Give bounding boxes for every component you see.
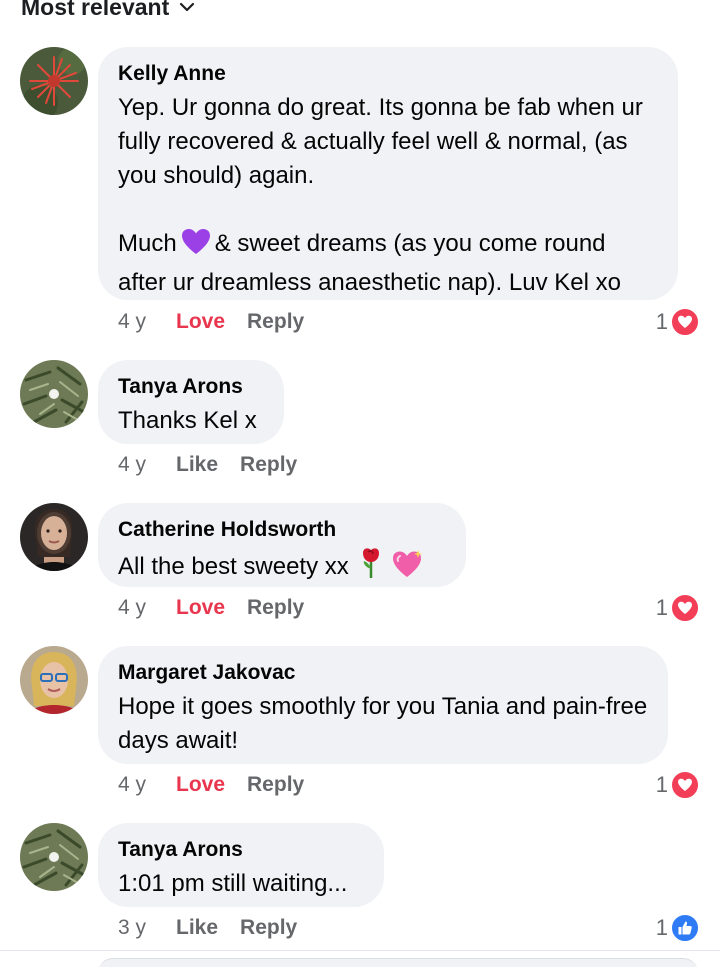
avatar[interactable] — [20, 503, 88, 571]
reaction-count: 1 — [655, 915, 668, 940]
comment-actions: 4 y Love Reply — [118, 770, 304, 800]
sort-dropdown[interactable]: Most relevant — [21, 0, 195, 22]
like-button[interactable]: Like — [176, 916, 218, 940]
heart-reaction-icon — [670, 770, 700, 800]
comment-bubble: Tanya Arons Thanks Kel x — [98, 360, 284, 444]
reaction-summary[interactable]: 1 — [656, 770, 700, 800]
comment-actions: 3 y Like Reply — [118, 913, 297, 943]
comment-bubble: Tanya Arons 1:01 pm still waiting... — [98, 823, 384, 907]
comment-bubble: Catherine Holdsworth All the best sweety… — [98, 503, 466, 587]
reply-button[interactable]: Reply — [240, 453, 297, 477]
comment-text: Hope it goes smoothly for you Tania and … — [118, 693, 648, 754]
avatar[interactable] — [20, 646, 88, 714]
love-button[interactable]: Love — [176, 596, 225, 620]
like-reaction-icon — [670, 913, 700, 943]
reply-button[interactable]: Reply — [247, 310, 304, 334]
reaction-summary[interactable]: 1 — [656, 593, 700, 623]
rose-emoji-icon — [359, 547, 383, 589]
like-button[interactable]: Like — [176, 453, 218, 477]
comment-text: All the best sweety xx — [118, 547, 446, 589]
comment-author[interactable]: Tanya Arons — [118, 837, 364, 863]
comment-bubble: Kelly Anne Yep. Ur gonna do great. Its g… — [98, 47, 678, 300]
comment-text: Yep. Ur gonna do great. Its gonna be fab… — [118, 94, 643, 296]
comment-author[interactable]: Tanya Arons — [118, 374, 264, 400]
heart-reaction-icon — [670, 307, 700, 337]
love-button[interactable]: Love — [176, 773, 225, 797]
comment-author[interactable]: Margaret Jakovac — [118, 660, 648, 686]
reaction-count: 1 — [655, 772, 668, 797]
comment-time[interactable]: 3 y — [118, 916, 154, 940]
avatar[interactable] — [20, 360, 88, 428]
avatar[interactable] — [20, 823, 88, 891]
comment-text: Thanks Kel x — [118, 407, 257, 434]
avatar[interactable] — [20, 47, 88, 115]
comment-actions: 4 y Love Reply — [118, 307, 304, 337]
comment-time[interactable]: 4 y — [118, 310, 154, 334]
next-comment-bubble — [98, 958, 698, 967]
reply-button[interactable]: Reply — [247, 596, 304, 620]
purple-heart-emoji-icon — [181, 228, 211, 266]
comment-time[interactable]: 4 y — [118, 453, 154, 477]
comment-text: 1:01 pm still waiting... — [118, 870, 348, 897]
divider — [0, 950, 720, 951]
reaction-count: 1 — [655, 309, 668, 334]
comment-bubble: Margaret Jakovac Hope it goes smoothly f… — [98, 646, 668, 764]
comment-time[interactable]: 4 y — [118, 596, 154, 620]
comment-actions: 4 y Like Reply — [118, 450, 297, 480]
comment-author[interactable]: Kelly Anne — [118, 61, 658, 87]
comment-time[interactable]: 4 y — [118, 773, 154, 797]
heart-reaction-icon — [670, 593, 700, 623]
reaction-count: 1 — [655, 595, 668, 620]
comment-actions: 4 y Love Reply — [118, 593, 304, 623]
sparkling-heart-emoji-icon — [391, 549, 423, 589]
chevron-down-icon — [179, 2, 195, 12]
sort-label: Most relevant — [21, 0, 170, 20]
love-button[interactable]: Love — [176, 310, 225, 334]
reply-button[interactable]: Reply — [240, 916, 297, 940]
reply-button[interactable]: Reply — [247, 773, 304, 797]
reaction-summary[interactable]: 1 — [656, 913, 700, 943]
comment-author[interactable]: Catherine Holdsworth — [118, 517, 446, 543]
reaction-summary[interactable]: 1 — [656, 307, 700, 337]
